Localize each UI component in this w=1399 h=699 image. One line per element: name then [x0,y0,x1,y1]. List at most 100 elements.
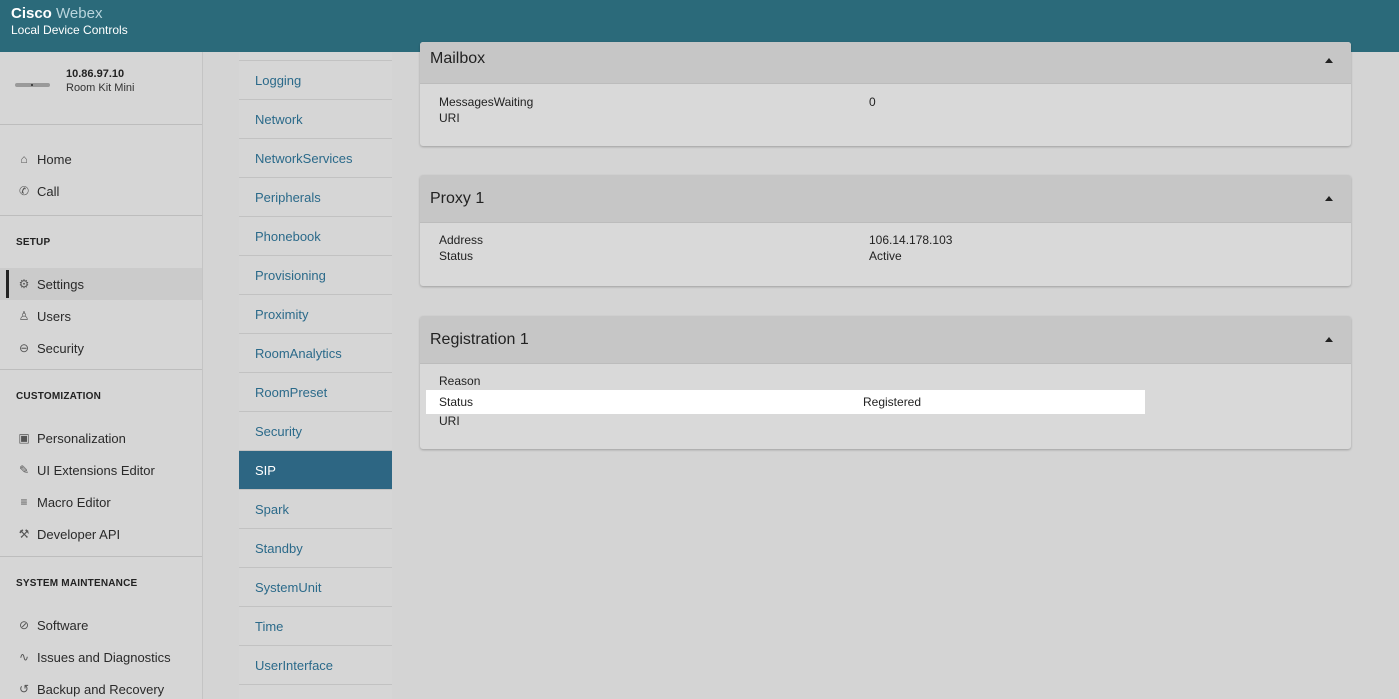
category-roompreset[interactable]: RoomPreset [239,373,392,412]
sidebar-item-software[interactable]: ⊘ Software [0,609,202,641]
sidebar-item-label: Issues and Diagnostics [37,649,171,665]
category-phonebook[interactable]: Phonebook [239,217,392,256]
panel-title: Mailbox [430,50,486,67]
lines-icon: ≡ [20,495,28,509]
category-provisioning[interactable]: Provisioning [239,256,392,295]
status-key: MessagesWaiting [439,95,534,109]
home-icon: ⌂ [20,152,28,166]
history-icon: ↺ [18,682,30,696]
status-key: Status [439,395,474,409]
setup-heading: SETUP [16,237,51,248]
category-security[interactable]: Security [239,412,392,451]
sidebar-item-security[interactable]: ⊖ Security [0,332,202,364]
status-row: Status Active [420,249,1351,265]
sidebar-item-settings[interactable]: ⚙ Settings [0,268,202,300]
image-icon: ▣ [18,431,30,445]
status-value: Registered [863,395,922,409]
sidebar-item-label: Users [37,308,71,324]
sidebar-item-label: Software [37,617,89,633]
brand-bold: Cisco [11,5,52,22]
collapse-caret-icon[interactable] [1325,58,1333,63]
collapse-caret-icon[interactable] [1325,196,1333,201]
mailbox-panel-header[interactable]: Mailbox [420,42,1351,84]
status-key: URI [439,111,460,125]
registration-panel-header[interactable]: Registration 1 [420,316,1351,364]
lock-icon: ⊖ [18,341,30,355]
brand-logo: Cisco Webex [11,5,1399,22]
gear-icon: ⚙ [18,277,30,291]
sidebar-item-label: Backup and Recovery [37,681,165,697]
maintenance-heading: SYSTEM MAINTENANCE [16,578,138,589]
category-proximity[interactable]: Proximity [239,295,392,334]
collapse-caret-icon[interactable] [1325,337,1333,342]
device-ip: 10.86.97.10 [66,68,125,80]
status-value: 0 [869,95,876,109]
sidebar-item-label: Settings [37,276,84,292]
nav-main: ⌂ Home ✆ Call [0,125,202,216]
category-time[interactable]: Time [239,607,392,646]
sidebar-item-macro-editor[interactable]: ≡ Macro Editor [0,486,202,518]
sidebar-item-home[interactable]: ⌂ Home [0,143,202,175]
registration-panel: Registration 1 Reason Status Registered … [420,316,1351,449]
sidebar-item-call[interactable]: ✆ Call [0,175,202,207]
device-card: 10.86.97.10 Room Kit Mini [0,52,202,125]
sidebar: 10.86.97.10 Room Kit Mini ⌂ Home ✆ Call … [0,52,203,699]
software-icon: ⊘ [18,618,30,632]
sidebar-item-label: Security [37,340,84,356]
pencil-icon: ✎ [18,463,30,477]
category-sip[interactable]: SIP [239,451,392,490]
customization-heading: CUSTOMIZATION [16,391,102,402]
category-standby[interactable]: Standby [239,529,392,568]
sidebar-item-developer-api[interactable]: ⚒ Developer API [0,518,202,550]
sidebar-item-backup-and-recovery[interactable]: ↺ Backup and Recovery [0,673,202,699]
proxy-panel-header[interactable]: Proxy 1 [420,175,1351,223]
sidebar-item-label: Developer API [37,526,121,542]
status-key: Address [439,233,484,247]
status-key: Reason [439,374,481,388]
status-row-highlighted: Status Registered [426,390,1145,414]
settings-category-list: Logging Network NetworkServices Peripher… [239,52,392,699]
category-logging[interactable]: Logging [239,61,392,100]
nav-customization: CUSTOMIZATION ▣ Personalization ✎ UI Ext… [0,370,202,557]
status-row: URI [420,414,1351,430]
mailbox-panel: Mailbox MessagesWaiting 0 URI [420,42,1351,146]
sidebar-item-label: Personalization [37,430,126,446]
app-subtitle: Local Device Controls [11,23,128,37]
category-roomanalytics[interactable]: RoomAnalytics [239,334,392,373]
proxy-panel: Proxy 1 Address 106.14.178.103 Status Ac… [420,175,1351,286]
sidebar-item-label: Call [37,183,60,199]
category-networkservices[interactable]: NetworkServices [239,139,392,178]
category-systemunit[interactable]: SystemUnit [239,568,392,607]
sidebar-item-personalization[interactable]: ▣ Personalization [0,422,202,454]
tools-icon: ⚒ [18,527,30,541]
panel-title: Proxy 1 [430,189,485,207]
nav-setup: SETUP ⚙ Settings ♙ Users ⊖ Security [0,216,202,370]
brand-light: Webex [56,5,103,22]
status-row: Reason [420,374,1351,390]
user-icon: ♙ [18,309,30,323]
pulse-icon: ∿ [18,650,30,664]
category-list-top-edge [239,52,392,61]
sidebar-item-users[interactable]: ♙ Users [0,300,202,332]
sidebar-item-issues-and-diagnostics[interactable]: ∿ Issues and Diagnostics [0,641,202,673]
device-model: Room Kit Mini [66,82,135,94]
category-spark[interactable]: Spark [239,490,392,529]
device-icon [15,83,50,87]
status-row: URI [420,111,1351,127]
sidebar-item-label: UI Extensions Editor [37,462,155,478]
status-value: 106.14.178.103 [869,233,953,247]
phone-icon: ✆ [18,184,30,198]
status-row: MessagesWaiting 0 [420,95,1351,111]
category-peripherals[interactable]: Peripherals [239,178,392,217]
sidebar-item-label: Macro Editor [37,494,111,510]
category-network[interactable]: Network [239,100,392,139]
status-row: Address 106.14.178.103 [420,233,1351,249]
nav-maintenance: SYSTEM MAINTENANCE ⊘ Software ∿ Issues a… [0,557,202,699]
sidebar-item-label: Home [37,151,72,167]
status-key: URI [439,414,460,428]
panel-title: Registration 1 [430,330,529,348]
category-userinterface[interactable]: UserInterface [239,646,392,685]
status-key: Status [439,249,474,263]
status-value: Active [869,249,902,263]
sidebar-item-ui-extensions-editor[interactable]: ✎ UI Extensions Editor [0,454,202,486]
